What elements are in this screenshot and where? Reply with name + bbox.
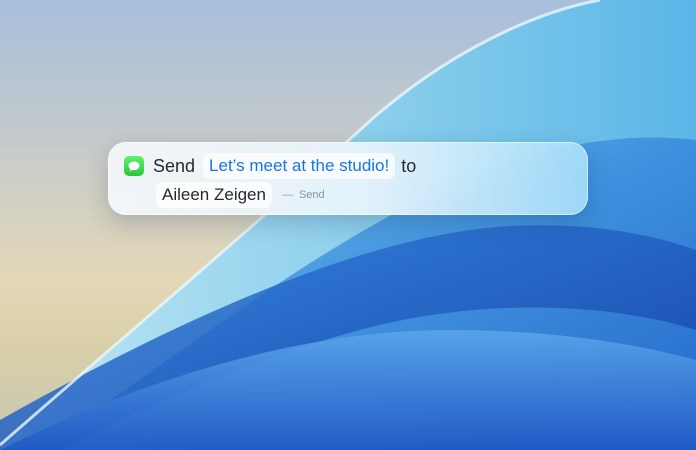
message-text-token[interactable]: Let’s meet at the studio! xyxy=(203,153,396,179)
connector-word: to xyxy=(401,155,417,176)
action-verb: Send xyxy=(153,155,196,176)
hint-dash: — xyxy=(281,189,293,201)
action-row-secondary: Aileen Zeigen — Send xyxy=(156,182,325,208)
recipient-token[interactable]: Aileen Zeigen xyxy=(156,182,272,208)
action-row-primary: Send Let’s meet at the studio! to xyxy=(124,153,416,179)
send-hint: Send xyxy=(298,189,325,201)
desktop-wallpaper xyxy=(0,0,696,450)
messages-app-icon xyxy=(124,156,144,176)
wallpaper-wave-graphic xyxy=(0,0,696,450)
spotlight-action-panel: Send Let’s meet at the studio! to Aileen… xyxy=(108,142,588,215)
